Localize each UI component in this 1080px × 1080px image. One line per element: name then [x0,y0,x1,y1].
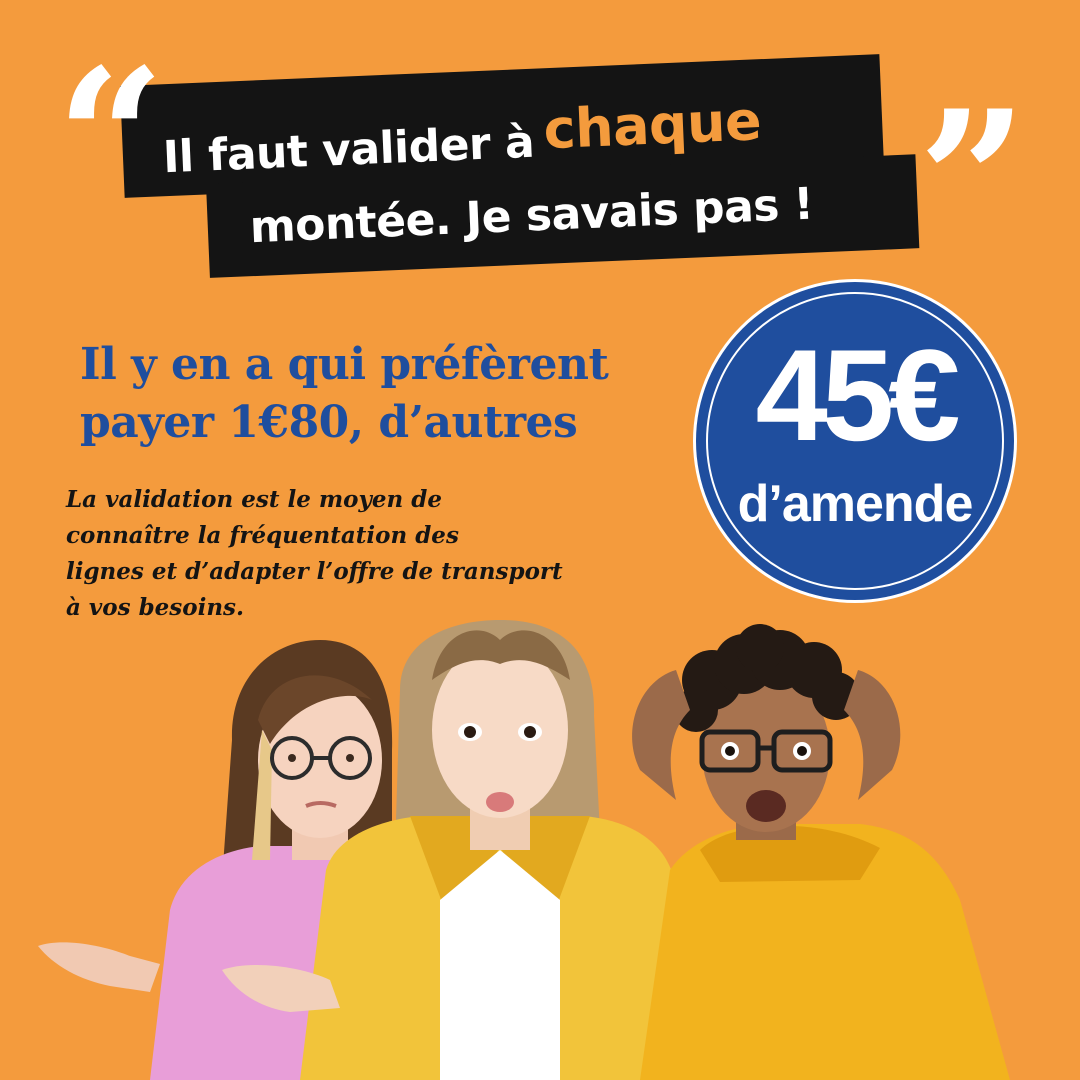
blue-heading-line-1: Il y en a qui préfèrent [80,339,609,390]
body-paragraph: La validation est le moyen de connaître … [66,482,686,626]
headline-highlight-word: chaque [542,89,763,162]
body-line-3: lignes et d’adapter l’offre de transport [66,558,563,585]
body-line-1: La validation est le moyen de [66,486,442,513]
fine-label: d’amende [737,475,974,533]
blue-heading-line-2: payer 1€80, d’autres [80,397,578,448]
close-quote-icon: ” [918,69,1028,292]
blue-heading: Il y en a qui préfèrent payer 1€80, d’au… [80,336,680,452]
body-line-2: connaître la fréquentation des [66,522,459,549]
open-quote-icon: “ [56,27,166,250]
poster: “ ” Il faut valider à chaque montée. Je s… [0,0,1080,1080]
headline-line-2: montée. Je savais pas ! [248,178,815,254]
right-person-man-yellow [632,624,1010,1080]
people-svg [38,620,1010,1080]
fine-badge: 45€ d’amende [696,282,1014,600]
fine-amount: 45€ [755,322,961,468]
people-illustration [0,620,1080,1080]
